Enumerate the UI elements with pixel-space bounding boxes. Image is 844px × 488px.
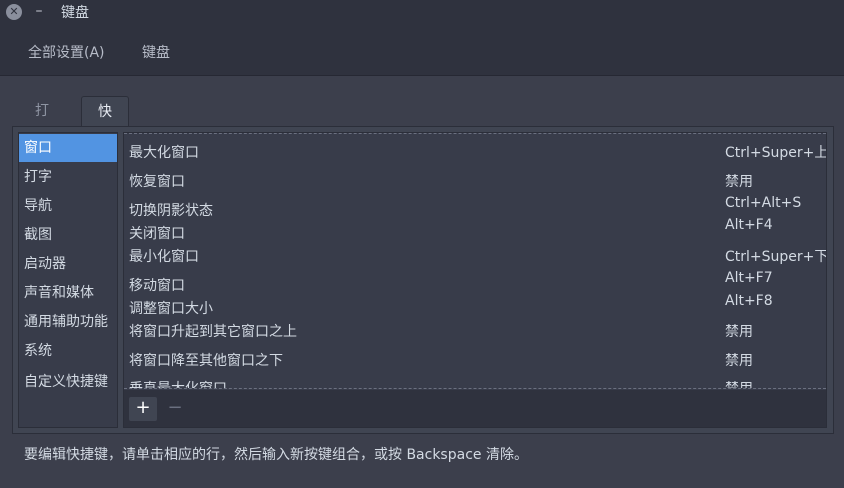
shortcut-row[interactable]: 将窗口降至其他窗口之下 禁用 — [124, 346, 826, 372]
minimize-icon[interactable]: – — [32, 1, 46, 21]
shortcut-key: Alt+F4 — [725, 217, 773, 233]
category-windows[interactable]: 窗口 — [19, 134, 117, 162]
breadcrumb-keyboard[interactable]: 键盘 — [142, 42, 170, 62]
add-shortcut-button[interactable]: + — [129, 397, 157, 421]
shortcut-list-container: 最大化窗口 Ctrl+Super+上 恢复窗口 禁用 切换阴影状态 Ctrl+A… — [123, 132, 827, 428]
shortcut-key: 禁用 — [725, 174, 753, 190]
category-accessibility[interactable]: 通用辅助功能 — [19, 308, 117, 336]
shortcut-row[interactable]: 最小化窗口 Ctrl+Super+下 — [124, 242, 826, 268]
shortcut-name: 关闭窗口 — [129, 226, 185, 242]
shortcut-name: 最大化窗口 — [129, 145, 199, 161]
shortcut-list[interactable]: 最大化窗口 Ctrl+Super+上 恢复窗口 禁用 切换阴影状态 Ctrl+A… — [124, 133, 826, 389]
shortcut-name: 垂直最大化窗口 — [129, 381, 227, 389]
shortcut-name: 将窗口降至其他窗口之下 — [129, 353, 283, 369]
title-bar: ✕ – 键盘 — [0, 0, 844, 26]
shortcut-name: 将窗口升起到其它窗口之上 — [129, 324, 297, 340]
remove-shortcut-button[interactable]: − — [161, 397, 189, 421]
help-text: 要编辑快捷键，请单击相应的行，然后输入新按键组合，或按 Backspace 清除… — [24, 447, 528, 463]
shortcut-row[interactable]: 垂直最大化窗口 禁用 — [124, 374, 826, 389]
shortcut-name: 移动窗口 — [129, 278, 185, 294]
shortcut-key: Ctrl+Super+上 — [725, 145, 826, 161]
shortcut-key: Alt+F7 — [725, 270, 773, 286]
shortcut-name: 调整窗口大小 — [129, 301, 213, 317]
shortcut-key: Ctrl+Super+下 — [725, 249, 826, 265]
shortcut-row[interactable]: 恢复窗口 禁用 — [124, 167, 826, 193]
shortcut-row[interactable]: 最大化窗口 Ctrl+Super+上 — [124, 138, 826, 164]
category-system[interactable]: 系统 — [19, 337, 117, 365]
category-custom-shortcuts[interactable]: 自定义快捷键 — [19, 368, 117, 396]
category-list: 窗口 打字 导航 截图 启动器 声音和媒体 通用辅助功能 系统 自定义快捷键 — [18, 132, 118, 428]
list-toolbar: + − — [124, 390, 826, 427]
shortcut-key: 禁用 — [725, 324, 753, 340]
all-settings-button[interactable]: 全部设置(A) — [28, 42, 105, 62]
category-screenshots[interactable]: 截图 — [19, 221, 117, 249]
category-sound-media[interactable]: 声音和媒体 — [19, 279, 117, 307]
close-icon[interactable]: ✕ — [6, 4, 22, 20]
tab-typing[interactable]: 打字 — [19, 96, 65, 150]
shortcut-name: 恢复窗口 — [129, 174, 185, 190]
shortcut-key: Ctrl+Alt+S — [725, 195, 802, 211]
shortcut-row[interactable]: 将窗口升起到其它窗口之上 禁用 — [124, 317, 826, 343]
tab-shortcuts[interactable]: 快捷键 — [81, 96, 129, 182]
shortcut-name: 切换阴影状态 — [129, 203, 213, 219]
category-typing[interactable]: 打字 — [19, 163, 117, 191]
category-launchers[interactable]: 启动器 — [19, 250, 117, 278]
category-navigation[interactable]: 导航 — [19, 192, 117, 220]
window-title: 键盘 — [61, 5, 89, 21]
header-bar: 全部设置(A) 键盘 — [0, 26, 844, 76]
shortcut-key: 禁用 — [725, 381, 753, 389]
shortcut-key: 禁用 — [725, 353, 753, 369]
shortcut-name: 最小化窗口 — [129, 249, 199, 265]
shortcut-key: Alt+F8 — [725, 293, 773, 309]
